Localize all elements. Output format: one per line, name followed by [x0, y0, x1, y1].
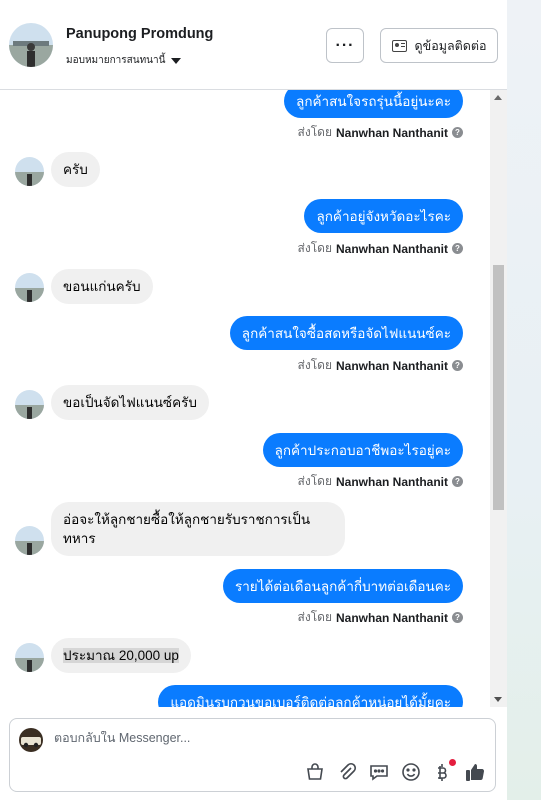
sent-by-prefix: ส่งโดย — [297, 474, 332, 488]
info-icon[interactable]: ? — [452, 612, 463, 623]
message-text: แอดมินรบกวนขอเบอร์ติดต่อลูกค้าหน่อยได้มั… — [170, 695, 451, 707]
sender-name: Nanwhan Nanthanit — [335, 474, 448, 489]
incoming-message: ประมาณ 20,000 up — [51, 638, 191, 673]
saved-reply-icon[interactable] — [368, 761, 390, 783]
outgoing-message: รายได้ต่อเดือนลูกค้ากี่บาทต่อเดือนคะ — [222, 569, 463, 603]
sender-name: Nanwhan Nanthanit — [335, 358, 448, 373]
shopping-bag-icon[interactable] — [304, 761, 326, 783]
message-text: ประมาณ 20,000 up — [63, 648, 179, 663]
contact-avatar-small — [15, 157, 44, 186]
contact-avatar-small — [15, 273, 44, 302]
conversation-panel: Panupong Promdung มอบหมายการสนทนานี้ ···… — [0, 0, 507, 800]
contact-avatar-small — [15, 643, 44, 672]
info-icon[interactable]: ? — [452, 476, 463, 487]
message-text: ลูกค้าอยู่จังหวัดอะไรคะ — [316, 209, 451, 224]
notification-dot — [449, 759, 456, 766]
more-options-button[interactable]: ··· — [326, 28, 364, 63]
message-text: ลูกค้าประกอบอาชีพอะไรอยู่คะ — [274, 443, 451, 458]
sent-by-prefix: ส่งโดย — [297, 610, 332, 624]
outgoing-message: ลูกค้าอยู่จังหวัดอะไรคะ — [304, 199, 463, 233]
contact-name[interactable]: Panupong Promdung — [66, 26, 213, 42]
emoji-icon[interactable] — [400, 761, 422, 783]
page-avatar — [19, 728, 43, 752]
sent-by-line: ส่งโดย Nanwhan Nanthanit ? — [298, 472, 463, 491]
message-text: ขอเป็นจัดไฟแนนซ์ครับ — [63, 395, 197, 410]
sent-by-prefix: ส่งโดย — [297, 358, 332, 372]
background-strip — [507, 0, 541, 800]
incoming-message: ครับ — [51, 152, 100, 187]
message-text: อ่อจะให้ลูกชายซื้อให้ลูกชายรับราชการเป็น… — [63, 512, 311, 546]
view-contact-info-label: ดูข้อมูลติดต่อ — [414, 38, 487, 53]
conversation-header: Panupong Promdung มอบหมายการสนทนานี้ ···… — [0, 0, 507, 90]
attachment-icon[interactable] — [336, 761, 358, 783]
contact-card-icon — [391, 39, 407, 52]
thumbs-up-icon[interactable] — [464, 761, 486, 783]
sender-name: Nanwhan Nanthanit — [335, 241, 448, 256]
sent-by-line: ส่งโดย Nanwhan Nanthanit ? — [298, 356, 463, 375]
reply-composer — [9, 718, 496, 792]
message-text: ลูกค้าสนใจรถรุ่นนี้อยู่นะคะ — [296, 94, 451, 109]
sent-by-line: ส่งโดย Nanwhan Nanthanit ? — [298, 123, 463, 142]
scroll-up-arrow-icon[interactable] — [494, 95, 502, 100]
more-options-label: ··· — [335, 36, 355, 54]
sent-by-prefix: ส่งโดย — [297, 241, 332, 255]
sent-by-line: ส่งโดย Nanwhan Nanthanit ? — [298, 608, 463, 627]
incoming-message: ขอนแก่นครับ — [51, 269, 153, 304]
sent-by-prefix: ส่งโดย — [297, 125, 332, 139]
info-icon[interactable]: ? — [452, 243, 463, 254]
message-thread[interactable]: ลูกค้าสนใจรถรุ่นนี้อยู่นะคะ ส่งโดย Nanwh… — [0, 90, 507, 707]
info-icon[interactable]: ? — [452, 360, 463, 371]
info-icon[interactable]: ? — [452, 127, 463, 138]
scrollbar-thumb[interactable] — [493, 265, 504, 510]
message-text: ขอนแก่นครับ — [63, 279, 141, 294]
contact-avatar[interactable] — [9, 23, 53, 67]
thread-scrollbar[interactable] — [490, 90, 507, 707]
incoming-message: อ่อจะให้ลูกชายซื้อให้ลูกชายรับราชการเป็น… — [51, 502, 345, 556]
contact-avatar-small — [15, 390, 44, 419]
outgoing-message: ลูกค้าสนใจซื้อสดหรือจัดไฟแนนซ์คะ — [229, 316, 463, 350]
outgoing-message: ลูกค้าสนใจรถรุ่นนี้อยู่นะคะ — [284, 90, 463, 118]
assign-label: มอบหมายการสนทนานี้ — [66, 55, 166, 66]
outgoing-message: ลูกค้าประกอบอาชีพอะไรอยู่คะ — [262, 433, 463, 467]
sent-by-line: ส่งโดย Nanwhan Nanthanit ? — [298, 239, 463, 258]
assign-conversation-dropdown[interactable]: มอบหมายการสนทนานี้ — [66, 53, 182, 68]
view-contact-info-button[interactable]: ดูข้อมูลติดต่อ — [380, 28, 498, 63]
message-text: ครับ — [63, 162, 88, 177]
reply-input[interactable] — [54, 731, 474, 745]
message-text: ลูกค้าสนใจซื้อสดหรือจัดไฟแนนซ์คะ — [241, 326, 451, 341]
sender-name: Nanwhan Nanthanit — [335, 610, 448, 625]
scroll-down-arrow-icon[interactable] — [494, 697, 502, 702]
caret-down-icon — [171, 57, 182, 64]
message-text: รายได้ต่อเดือนลูกค้ากี่บาทต่อเดือนคะ — [234, 579, 451, 594]
sender-name: Nanwhan Nanthanit — [335, 125, 448, 140]
contact-avatar-small — [15, 526, 44, 555]
incoming-message: ขอเป็นจัดไฟแนนซ์ครับ — [51, 385, 209, 420]
outgoing-message: แอดมินรบกวนขอเบอร์ติดต่อลูกค้าหน่อยได้มั… — [158, 685, 463, 707]
